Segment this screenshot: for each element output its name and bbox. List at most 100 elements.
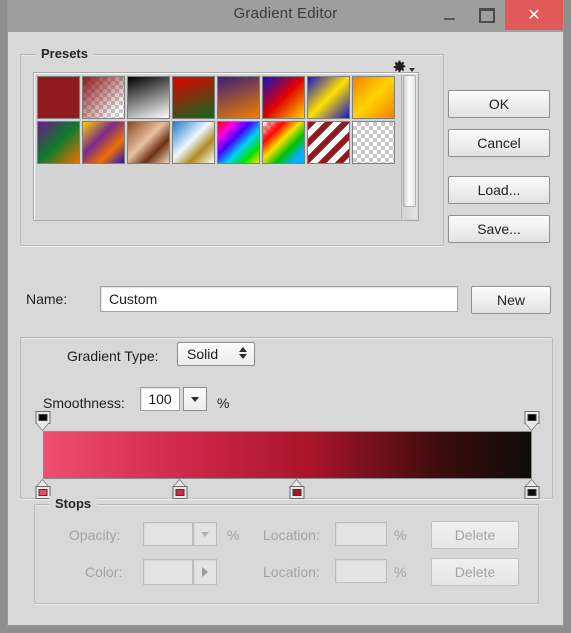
stop-color-chip bbox=[292, 489, 302, 496]
stops-group: Stops Opacity: % Location: % Delete Colo… bbox=[34, 496, 539, 604]
stop-color-chip bbox=[38, 489, 48, 496]
opacity-stop-marker[interactable] bbox=[35, 411, 51, 430]
preset-swatch[interactable] bbox=[37, 121, 80, 164]
opacity-stop-marker[interactable] bbox=[524, 411, 540, 430]
minimize-icon bbox=[444, 17, 455, 20]
preset-swatch[interactable] bbox=[82, 121, 125, 164]
preset-swatch-fill bbox=[38, 77, 79, 118]
dialog-body: Presets OK Cancel Load... Save... Name: bbox=[8, 32, 563, 625]
color-location-unit: % bbox=[394, 564, 407, 580]
color-picker-arrow-button bbox=[193, 559, 217, 585]
preset-swatch-fill bbox=[173, 77, 214, 118]
preset-swatch[interactable] bbox=[217, 76, 260, 119]
preset-swatch-fill bbox=[218, 122, 259, 163]
color-location-input bbox=[335, 559, 387, 583]
preset-swatch[interactable] bbox=[217, 121, 260, 164]
preset-swatch[interactable] bbox=[352, 121, 395, 164]
chevron-down-icon bbox=[191, 396, 199, 402]
chevron-right-icon bbox=[202, 567, 208, 577]
opacity-location-input bbox=[335, 522, 387, 546]
preset-swatch-fill bbox=[308, 77, 349, 118]
save-button[interactable]: Save... bbox=[448, 215, 550, 243]
name-row: Name: Custom New bbox=[20, 286, 551, 314]
presets-title: Presets bbox=[35, 46, 94, 61]
scrollbar-thumb[interactable] bbox=[403, 75, 416, 207]
color-stop-marker[interactable] bbox=[172, 480, 188, 499]
color-delete-button: Delete bbox=[431, 558, 519, 586]
preset-swatch[interactable] bbox=[307, 76, 350, 119]
cancel-button[interactable]: Cancel bbox=[448, 129, 550, 157]
opacity-delete-button: Delete bbox=[431, 521, 519, 549]
maximize-button[interactable] bbox=[468, 0, 505, 30]
gradient-editor-dialog: Gradient Editor ✕ Presets OK Cancel Load… bbox=[8, 0, 563, 625]
preset-swatch-fill bbox=[263, 122, 304, 163]
opacity-label: Opacity: bbox=[69, 527, 121, 543]
preset-swatch-fill bbox=[173, 122, 214, 163]
ok-button[interactable]: OK bbox=[448, 90, 550, 118]
color-swatch-button bbox=[143, 559, 193, 585]
preset-swatch[interactable] bbox=[307, 121, 350, 164]
smoothness-input[interactable]: 100 bbox=[140, 387, 180, 411]
opacity-dropdown-button bbox=[193, 522, 217, 546]
gradient-preview-bar[interactable] bbox=[43, 431, 532, 479]
preset-swatch[interactable] bbox=[82, 76, 125, 119]
presets-swatch-grid bbox=[37, 76, 407, 166]
opacity-location-label: Location: bbox=[263, 527, 320, 543]
gradient-fill bbox=[44, 432, 531, 478]
presets-panel[interactable] bbox=[33, 72, 419, 221]
color-stop-marker[interactable] bbox=[289, 480, 305, 499]
stop-pointer bbox=[36, 423, 49, 430]
smoothness-unit: % bbox=[217, 395, 230, 411]
preset-swatch-fill bbox=[218, 77, 259, 118]
preset-swatch[interactable] bbox=[262, 121, 305, 164]
window-controls: ✕ bbox=[431, 0, 563, 30]
stops-title: Stops bbox=[49, 496, 98, 511]
new-button[interactable]: New bbox=[471, 286, 551, 314]
chevron-down-icon bbox=[201, 531, 209, 537]
preset-swatch[interactable] bbox=[262, 76, 305, 119]
stop-pointer bbox=[525, 423, 538, 430]
preset-swatch[interactable] bbox=[127, 76, 170, 119]
preset-swatch[interactable] bbox=[352, 76, 395, 119]
preset-swatch-fill bbox=[38, 122, 79, 163]
preset-swatch-fill bbox=[128, 77, 169, 118]
maximize-icon bbox=[478, 7, 495, 23]
title-bar: Gradient Editor ✕ bbox=[8, 0, 563, 32]
preset-swatch[interactable] bbox=[172, 121, 215, 164]
preset-swatch-fill bbox=[353, 77, 394, 118]
opacity-unit: % bbox=[227, 527, 240, 543]
minimize-button[interactable] bbox=[431, 0, 468, 30]
smoothness-dropdown-button[interactable] bbox=[183, 387, 207, 411]
color-stop-marker[interactable] bbox=[524, 480, 540, 499]
stepper-arrows-icon bbox=[239, 347, 247, 359]
close-button[interactable]: ✕ bbox=[505, 0, 563, 30]
preset-swatch-fill bbox=[353, 122, 394, 163]
gradient-type-select[interactable]: Solid bbox=[177, 342, 255, 366]
preset-swatch-fill bbox=[83, 122, 124, 163]
stop-color-chip bbox=[175, 489, 185, 496]
preset-swatch[interactable] bbox=[37, 76, 80, 119]
preset-swatch-fill bbox=[263, 77, 304, 118]
stop-color-chip bbox=[527, 414, 537, 421]
preset-swatch-fill bbox=[308, 122, 349, 163]
preset-swatch[interactable] bbox=[172, 76, 215, 119]
smoothness-label: Smoothness: bbox=[43, 395, 125, 411]
presets-group: Presets bbox=[20, 46, 444, 246]
load-button[interactable]: Load... bbox=[448, 176, 550, 204]
close-icon: ✕ bbox=[527, 7, 541, 24]
preset-swatch-fill bbox=[83, 77, 124, 118]
gradient-type-value: Solid bbox=[187, 346, 219, 362]
color-location-label: Location: bbox=[263, 564, 320, 580]
stop-color-chip bbox=[38, 414, 48, 421]
gradient-type-group: Gradient Type: Solid Smoothness: 100 % bbox=[20, 337, 553, 499]
color-label: Color: bbox=[85, 564, 123, 580]
preset-swatch-fill bbox=[128, 122, 169, 163]
gradient-type-label: Gradient Type: bbox=[67, 348, 159, 364]
opacity-input bbox=[143, 522, 193, 546]
stop-color-chip bbox=[527, 489, 537, 496]
presets-scrollbar[interactable] bbox=[401, 74, 417, 219]
name-label: Name: bbox=[26, 291, 68, 307]
name-input[interactable]: Custom bbox=[100, 286, 458, 312]
preset-swatch[interactable] bbox=[127, 121, 170, 164]
opacity-location-unit: % bbox=[394, 527, 407, 543]
